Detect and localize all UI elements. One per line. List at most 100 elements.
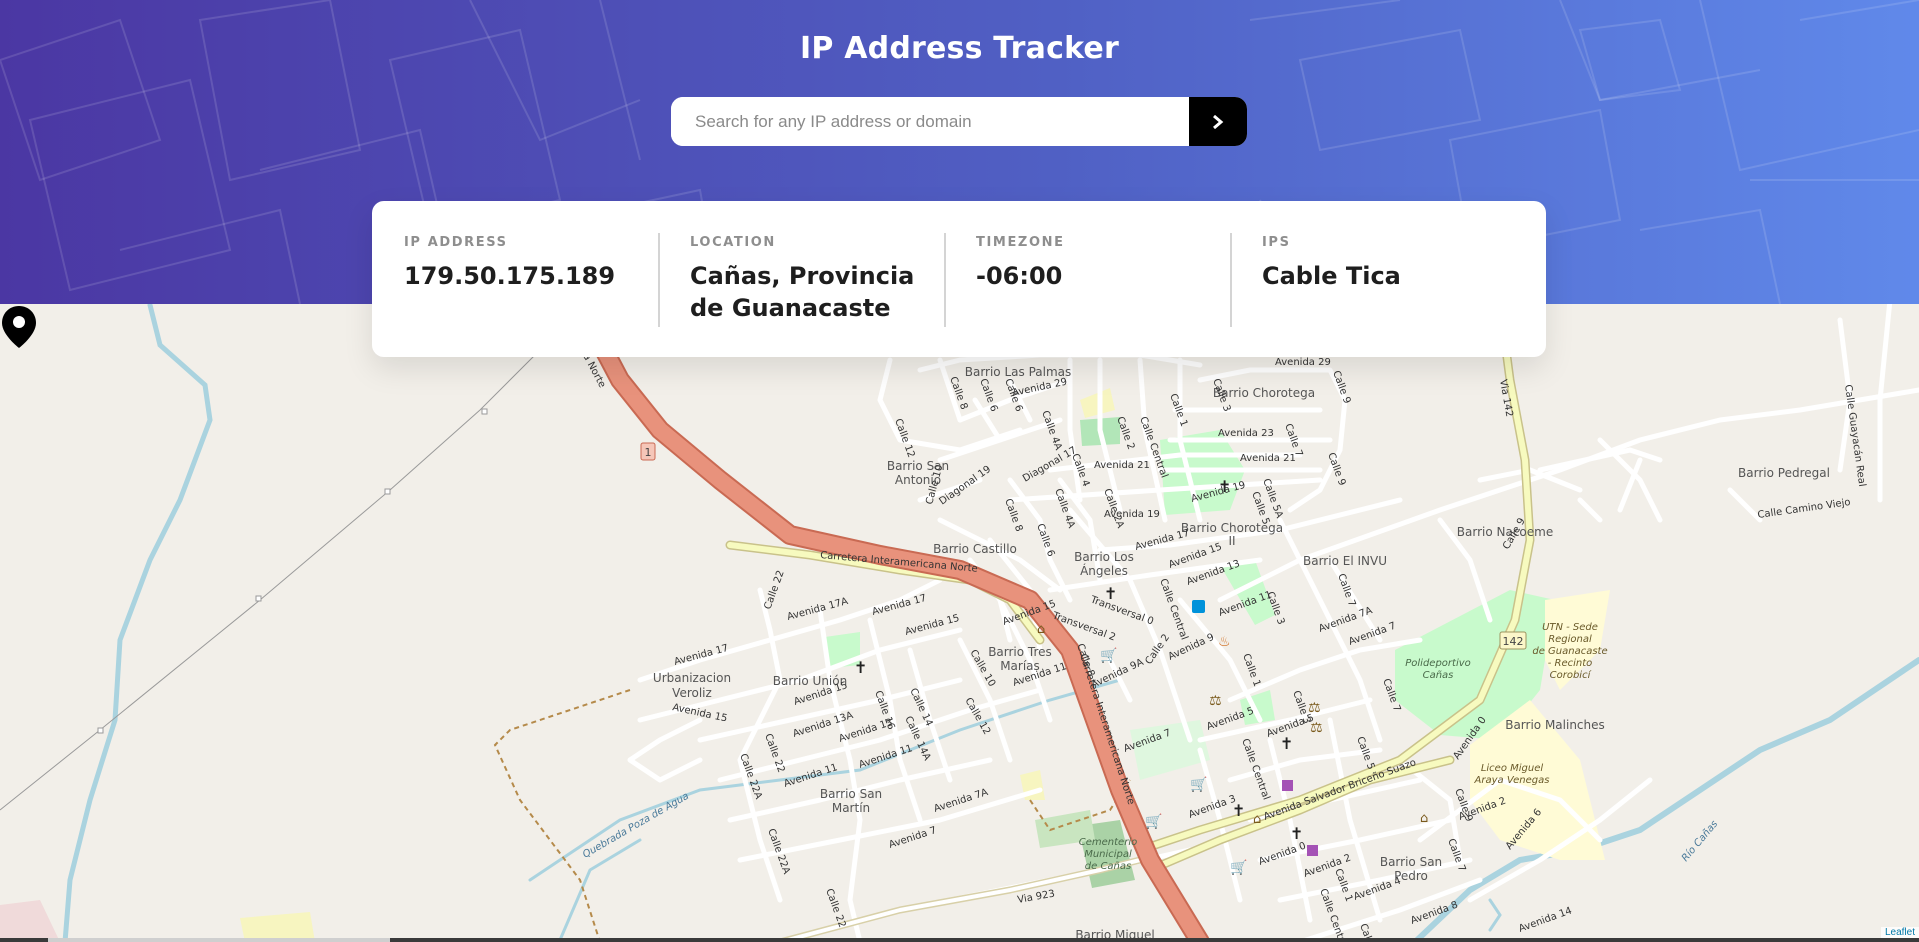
road-badge-142: 142 [1499,631,1527,650]
church-icon: ✝ [854,658,867,677]
map-label: Río Cañas [1679,818,1720,864]
location-marker-icon[interactable] [0,304,38,350]
map-tiles: 1 142 ✝ ✝ ✝ ✝ ✝ ✝ ♨ ⚖ ⚖ ⚖ 🛒 🛒 🛒 🛒 ⌂ ⌂ ⌂ … [0,304,1919,942]
map-label: UTN - Sede [1542,622,1598,633]
stream [558,838,642,942]
search-submit-button[interactable] [1189,97,1247,146]
map-label: Barrio Nacoeme [1457,525,1553,539]
info-card: IP ADDRESS 179.50.175.189 LOCATION Cañas… [372,201,1546,357]
museum-icon: ⌂ [1420,811,1428,826]
map-label: Calle Camino Viejo [1757,497,1851,521]
map-label: Polideportivo [1405,658,1471,669]
scrollbar-thumb[interactable] [390,938,1919,942]
bus-stop-icon [1192,600,1205,613]
map-label: Calle 12 [962,696,992,737]
stream [1488,898,1502,932]
scrollbar-segment [0,938,48,942]
info-value: -06:00 [976,262,1063,290]
map-label: Veroliz [672,686,712,700]
residential-area [0,900,60,942]
map-label: Avenida 14 [1517,905,1573,934]
info-value: Cable Tica [1262,262,1401,290]
page-title: IP Address Tracker [800,31,1119,66]
shop-icon: 🛒 [1145,813,1162,830]
church-icon: ✝ [1280,734,1293,753]
map-label: Avenida 17 [1134,528,1191,553]
map-label: Quebrada Poza de Agua [581,791,691,861]
shop-icon: 🛒 [1230,859,1247,876]
map-label: Barrio Pedregal [1738,466,1830,480]
map-label: Calle 22 [762,569,786,611]
power-line [0,329,561,811]
map-label: Ángeles [1080,563,1128,578]
map-label: Avenida 21 [1094,460,1150,471]
map-label: de Guanacaste [1532,646,1607,657]
map-view[interactable]: 1 142 ✝ ✝ ✝ ✝ ✝ ✝ ♨ ⚖ ⚖ ⚖ 🛒 🛒 🛒 🛒 ⌂ ⌂ ⌂ … [0,304,1919,942]
courthouse-icon: ⚖ [1209,693,1222,709]
map-label: Cementerio [1079,837,1137,848]
map-label: Barrio San [1380,855,1442,869]
map-label: Barrio El INVU [1303,554,1387,568]
map-label: Cañas [1423,670,1454,681]
road-badge-text: 142 [1503,635,1524,648]
search-bar [671,97,1247,146]
map-label: Avenida 17 [871,593,928,618]
map-label: Calle 9 [1330,369,1352,405]
map-label: Corobicí [1550,669,1592,681]
info-label: TIMEZONE [976,235,1065,250]
map-label: Avenida 11 [783,762,839,790]
map-label: Urbanizacion [653,671,731,685]
map-label: - Recinto [1548,658,1593,669]
map-label: Calle 2 [1143,632,1172,666]
shopping-icon [1282,780,1293,791]
info-label: IP ADDRESS [404,235,508,250]
map-label: Calle 7 [1445,837,1467,873]
river [62,304,213,942]
museum-icon: ⌂ [1037,622,1045,637]
map-label: Calle 22 [823,887,847,929]
map-label: Calle 4 [1069,452,1091,488]
church-icon: ✝ [1290,824,1303,843]
map-label: Calle 4A [1039,409,1063,452]
map-label: Diagonal 17 [1021,445,1079,485]
map-label: de Cañas [1085,861,1131,872]
chevron-right-icon [1213,114,1224,129]
shop-icon: 🛒 [1100,647,1117,664]
info-label: IPS [1262,235,1291,250]
map-label: Barrio Malinches [1505,718,1605,732]
shopping-icon [1307,845,1318,856]
map-label: Avenida 7A [933,787,990,815]
map-label: Barrio Tres [988,645,1052,659]
info-value: Cañas, Provincia de Guanacaste [690,262,915,322]
info-ip-address: IP ADDRESS 179.50.175.189 [372,201,658,357]
search-input[interactable] [671,97,1189,146]
map-label: Barrio Castillo [933,542,1017,556]
leaflet-attribution-link[interactable]: Leaflet [1880,927,1919,938]
map-label: Calle 6 [1034,522,1056,558]
map-label: Liceo Miguel [1481,763,1544,774]
road-badge-text: 1 [645,446,652,459]
map-label: Calle 8 [1002,497,1024,533]
shop-icon: 🛒 [1190,776,1207,793]
map-label: Avenida 29 [1275,357,1331,368]
info-value: 179.50.175.189 [404,262,616,290]
map-label: Martín [832,801,870,815]
map-label: Calle 12 [892,417,916,459]
boundary-line [493,689,631,942]
map-label: Araya Venegas [1474,775,1550,786]
map-label: Barrio San [820,787,882,801]
fire-station-icon: ♨ [1218,634,1231,650]
map-label: Avenida 23 [1218,428,1274,439]
map-label: Barrio Las Palmas [965,365,1072,379]
info-isp: IPS Cable Tica [1230,201,1516,357]
map-label: Barrio Los [1074,550,1134,564]
map-label: Avenida 9A [1090,657,1146,691]
map-label: Municipal [1084,849,1132,860]
map-label: Avenida 11 [858,743,914,771]
museum-icon: ⌂ [1253,812,1261,827]
map-label: II [1228,534,1235,548]
map-label: Calle 7 [1335,572,1357,608]
horizontal-scrollbar[interactable] [0,938,1919,942]
map-label: Avenida 21 [1240,453,1296,464]
info-timezone: TIMEZONE -06:00 [944,201,1230,357]
